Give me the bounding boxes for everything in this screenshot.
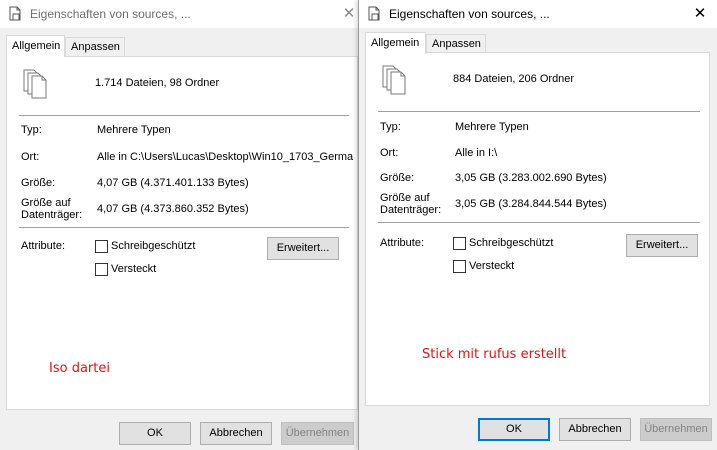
hidden-checkbox-label: Versteckt [111, 263, 157, 275]
size-label: Größe: [380, 172, 415, 184]
checkbox-box[interactable] [95, 240, 108, 253]
multiple-files-icon [382, 65, 406, 95]
checkbox-box[interactable] [453, 237, 466, 250]
readonly-checkbox-label: Schreibgeschützt [469, 237, 554, 249]
properties-document-icon [9, 6, 21, 21]
window-title: Eigenschaften von sources, ... [389, 7, 550, 21]
separator [19, 227, 349, 228]
location-label: Ort: [21, 151, 40, 163]
location-value: Alle in C:\Users\Lucas\Desktop\Win10_170… [97, 151, 354, 163]
tab-customize[interactable]: Anpassen [65, 37, 125, 56]
ok-button[interactable]: OK [119, 422, 191, 445]
file-folder-count: 1.714 Dateien, 98 Ordner [95, 77, 220, 89]
hidden-checkbox-label: Versteckt [469, 260, 515, 272]
separator [19, 115, 349, 116]
location-value: Alle in I:\ [455, 147, 498, 159]
size-on-disk-value: 3,05 GB (3.284.844.544 Bytes) [455, 198, 607, 210]
advanced-button[interactable]: Erweitert... [626, 234, 698, 257]
close-icon[interactable]: ✕ [332, 0, 360, 28]
cancel-button[interactable]: Abbrechen [559, 418, 631, 441]
title-bar[interactable]: Eigenschaften von sources, ... ✕ [0, 0, 360, 28]
type-value: Mehrere Typen [97, 124, 171, 136]
file-folder-count: 884 Dateien, 206 Ordner [453, 73, 575, 85]
ok-button[interactable]: OK [478, 418, 550, 441]
size-value: 4,07 GB (4.371.401.133 Bytes) [97, 177, 249, 189]
annotation-text: Stick mit rufus erstellt [422, 347, 567, 362]
tab-customize[interactable]: Anpassen [426, 34, 486, 53]
size-on-disk-label-line2: Datenträger: [21, 209, 83, 221]
readonly-checkbox-label: Schreibgeschützt [111, 240, 196, 252]
multiple-files-icon [23, 69, 47, 99]
tab-general[interactable]: Allgemein [365, 32, 426, 54]
title-bar[interactable]: Eigenschaften von sources, ... ✕ [359, 0, 717, 28]
type-value: Mehrere Typen [455, 121, 529, 133]
apply-button[interactable]: Übernehmen [640, 418, 712, 441]
close-icon[interactable]: ✕ [683, 0, 717, 28]
apply-button[interactable]: Übernehmen [281, 422, 354, 445]
annotation-text: Iso dartei [49, 361, 110, 376]
separator [378, 111, 700, 112]
advanced-button[interactable]: Erweitert... [267, 237, 339, 260]
window-title: Eigenschaften von sources, ... [30, 7, 191, 21]
size-on-disk-label-line2: Datenträger: [380, 204, 442, 216]
general-panel: 1.714 Dateien, 98 Ordner Typ: Mehrere Ty… [6, 56, 358, 410]
cancel-button[interactable]: Abbrechen [200, 422, 272, 445]
properties-dialog-right: Eigenschaften von sources, ... ✕ Allgeme… [358, 0, 717, 450]
checkbox-box[interactable] [95, 263, 108, 276]
type-label: Typ: [21, 124, 42, 136]
attributes-label: Attribute: [21, 240, 66, 252]
properties-document-icon [368, 6, 380, 21]
type-label: Typ: [380, 121, 401, 133]
separator [378, 222, 700, 223]
general-panel: 884 Dateien, 206 Ordner Typ: Mehrere Typ… [365, 52, 710, 406]
size-value: 3,05 GB (3.283.002.690 Bytes) [455, 172, 607, 184]
properties-dialog-left: Eigenschaften von sources, ... ✕ Allgeme… [0, 0, 360, 450]
checkbox-box[interactable] [453, 260, 466, 273]
location-label: Ort: [380, 147, 399, 159]
size-on-disk-value: 4,07 GB (4.373.860.352 Bytes) [97, 203, 249, 215]
size-label: Größe: [21, 177, 56, 189]
tab-general[interactable]: Allgemein [6, 35, 65, 57]
attributes-label: Attribute: [380, 237, 425, 249]
